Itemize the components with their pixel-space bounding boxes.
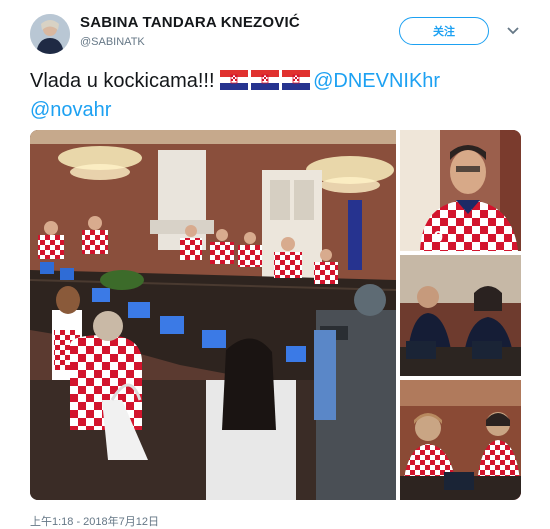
tweet-photo-2[interactable]: 9 [400,130,521,251]
mention-link[interactable]: @DNEVNIKhr [313,70,440,92]
tweet-photo-main[interactable] [30,130,396,500]
user-handle[interactable]: @SABINATK [80,36,145,48]
tweet-photo-4[interactable] [400,380,521,500]
mention-link[interactable]: @novahr [30,99,111,121]
avatar[interactable] [30,14,70,54]
chevron-down-icon[interactable] [505,22,521,38]
tweet-timestamp[interactable]: 上午1:18 - 2018年7月12日 [30,513,159,529]
tweet-photo-3[interactable] [400,255,521,376]
follow-button[interactable]: 关注 [399,17,489,45]
user-display-name[interactable]: SABINA TANDARA KNEZOVIĆ [80,14,300,31]
tweet-body: Vlada u kockicama!!! [30,70,215,92]
croatia-flag-icon [251,70,280,90]
tweet-text: Vlada u kockicama!!! @DNEVNIKhr @novahr [30,67,530,125]
media-grid: 9 [30,130,521,500]
croatia-flag-icon [220,70,249,90]
croatia-flag-icon [282,70,311,90]
svg-text:9: 9 [434,229,443,246]
